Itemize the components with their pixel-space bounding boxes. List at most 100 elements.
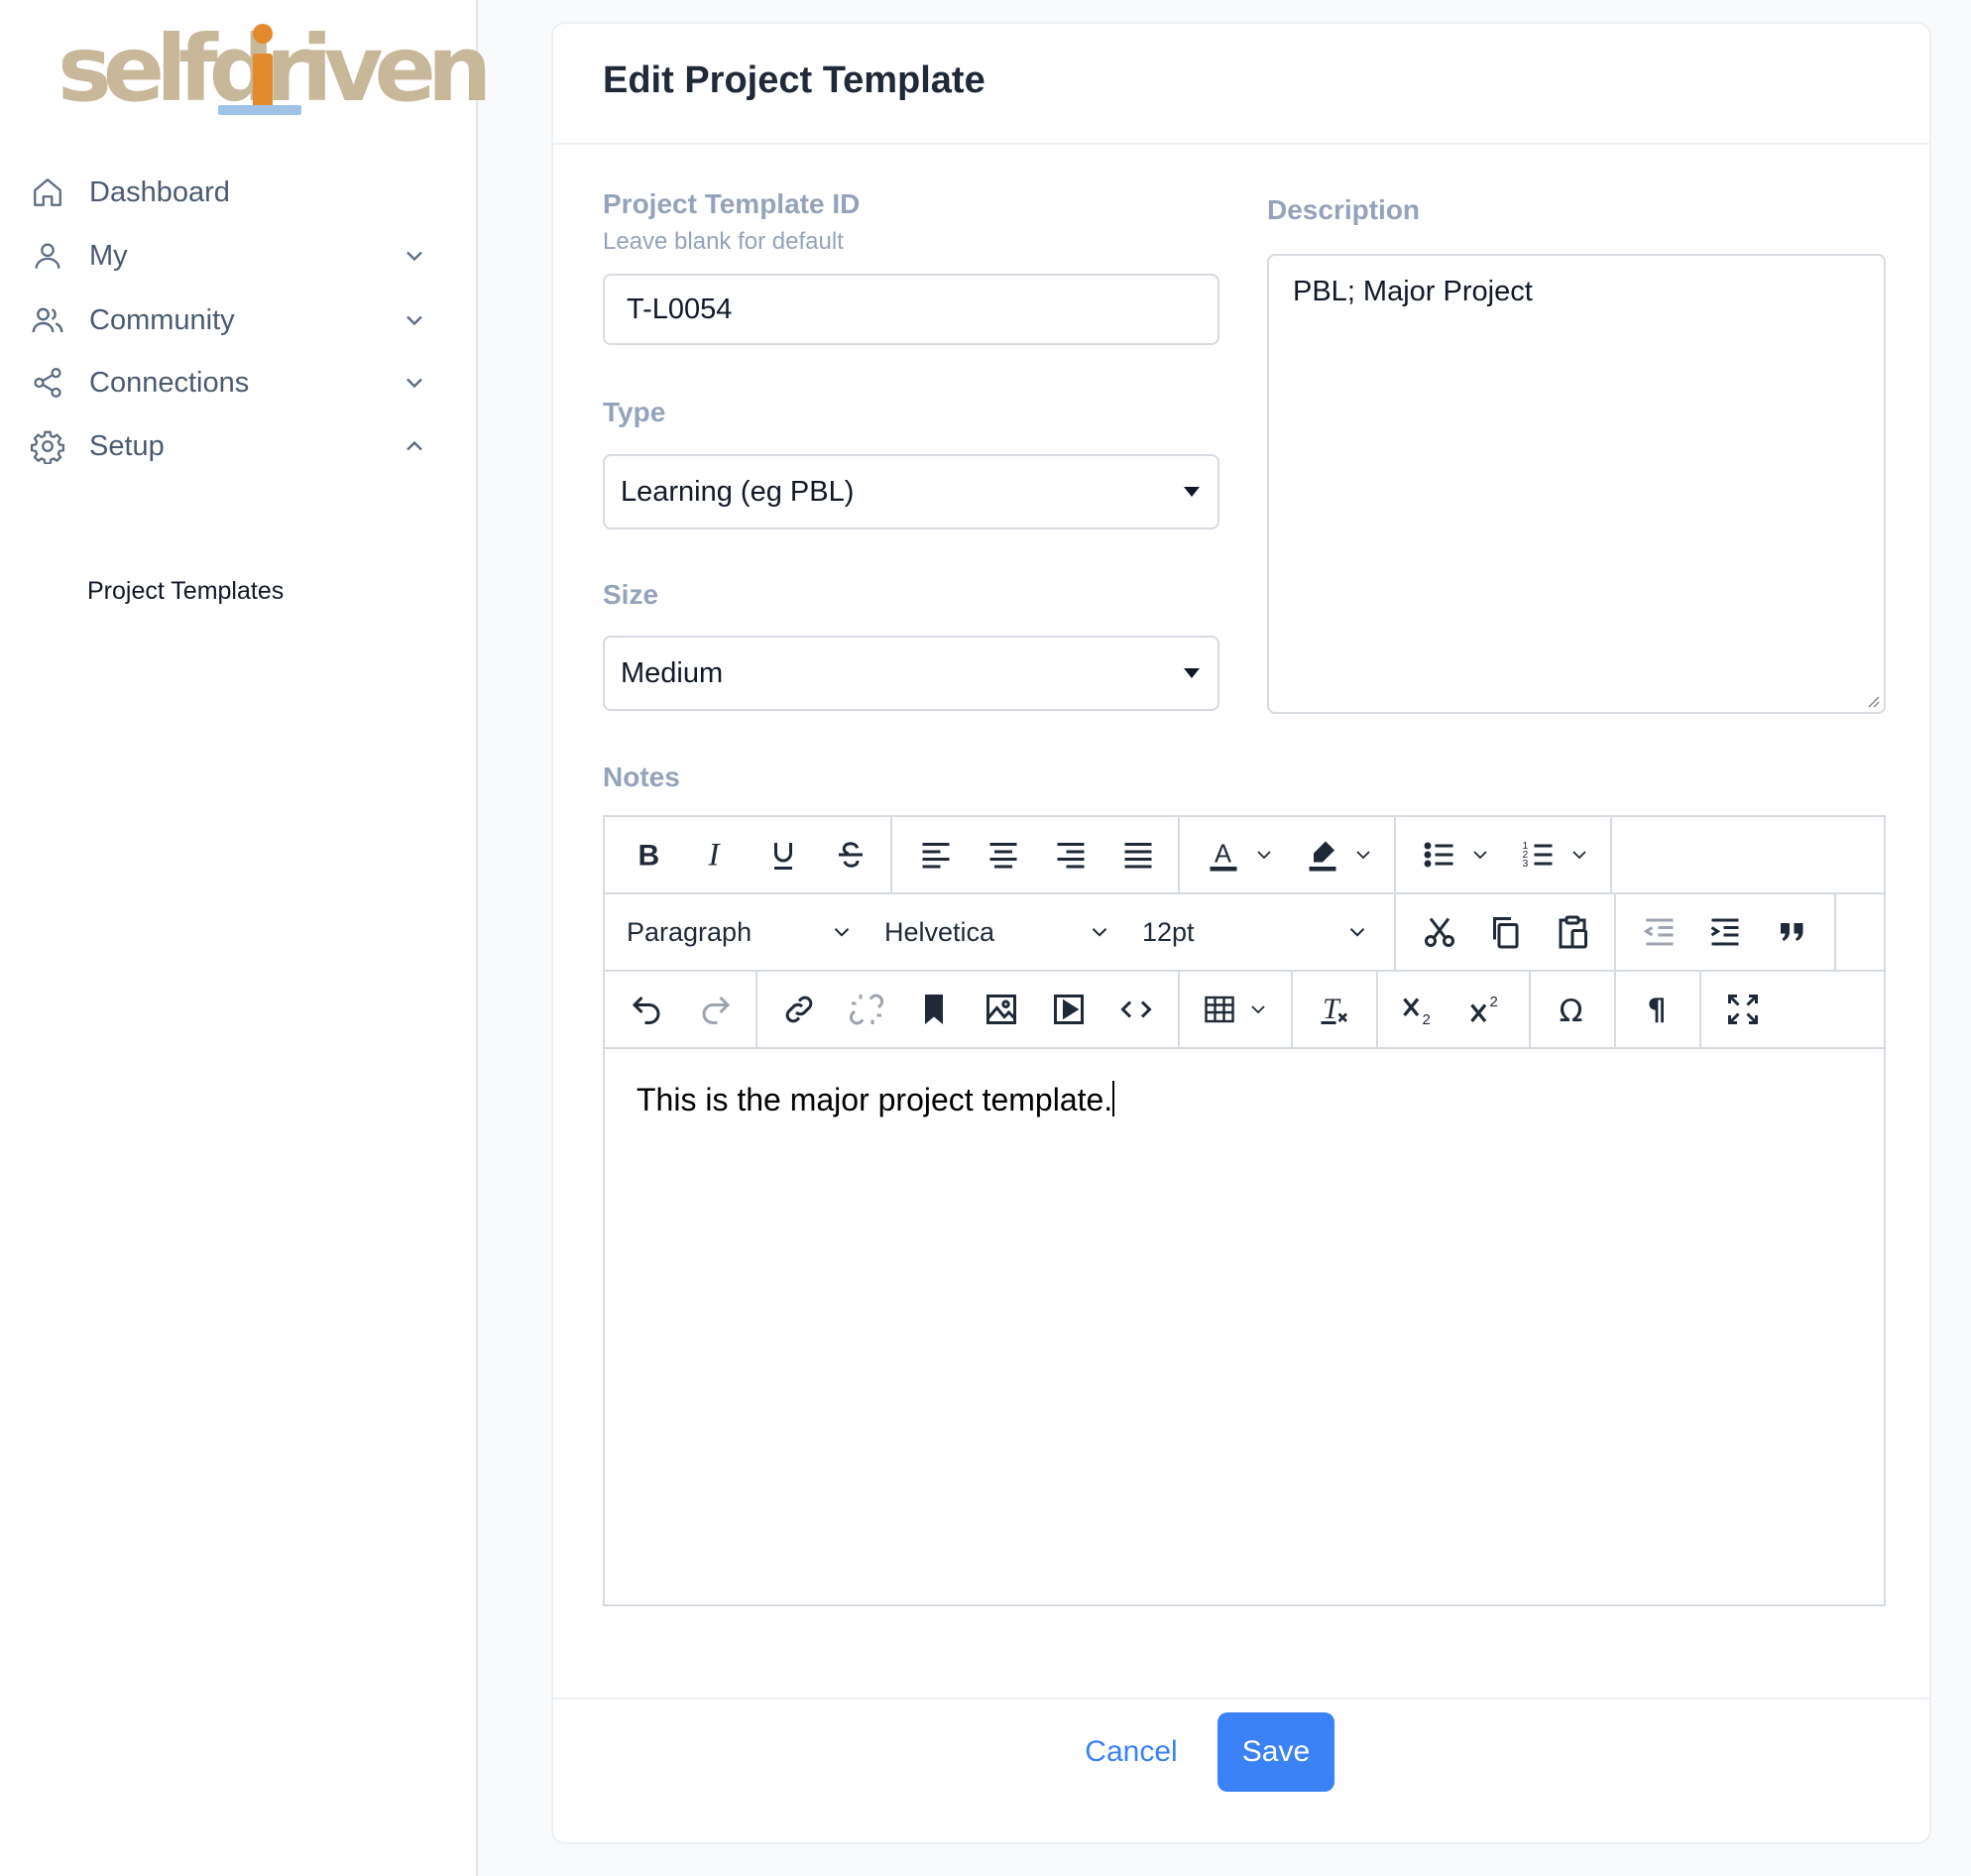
- underline-icon: [774, 843, 792, 870]
- template-id-input[interactable]: T-L0054: [603, 274, 1219, 345]
- table-dropdown[interactable]: [1245, 994, 1271, 1025]
- chevron-up-icon: [406, 440, 422, 451]
- bullet-list-button[interactable]: [1414, 829, 1465, 880]
- sidebar-item-label: Community: [89, 303, 235, 336]
- insert-link-button[interactable]: [773, 984, 825, 1035]
- bold-button[interactable]: B: [623, 829, 674, 880]
- selfdriven-logo[interactable]: selfdriven: [58, 20, 492, 119]
- description-textarea[interactable]: PBL; Major Project: [1267, 254, 1886, 714]
- block-format-select[interactable]: Paragraph: [607, 906, 865, 958]
- highlight-icon: [1309, 841, 1336, 872]
- blockquote-button[interactable]: [1767, 906, 1818, 958]
- strikethrough-button[interactable]: [825, 829, 876, 880]
- gear-icon: [30, 428, 65, 464]
- underline-button[interactable]: [757, 829, 809, 880]
- undo-button[interactable]: [621, 984, 672, 1035]
- remove-link-button[interactable]: [841, 984, 892, 1035]
- svg-text:¶: ¶: [1648, 994, 1667, 1028]
- undo-icon: [632, 996, 660, 1024]
- omega-icon: Ω: [1560, 994, 1583, 1027]
- text-cursor: [1112, 1081, 1115, 1116]
- share-icon: [30, 365, 65, 401]
- bookmark-icon: [925, 995, 943, 1024]
- type-label: Type: [603, 397, 666, 427]
- logo-i-stem: [253, 54, 273, 109]
- indent-button[interactable]: [1699, 906, 1751, 958]
- outdent-button[interactable]: [1634, 906, 1685, 958]
- chevron-down-icon: [1572, 851, 1586, 860]
- sidebar-item-my[interactable]: My: [30, 226, 436, 286]
- bullet-list-dropdown[interactable]: [1467, 839, 1493, 871]
- users-icon: [30, 302, 65, 338]
- bold-icon: B: [638, 840, 660, 873]
- font-family-value: Helvetica: [884, 916, 995, 947]
- svg-text:A: A: [1215, 841, 1231, 869]
- sidebar-subitem-project-templates[interactable]: Project Templates: [87, 577, 284, 606]
- svg-text:2: 2: [1423, 1011, 1431, 1027]
- chevron-down-icon: [406, 378, 422, 389]
- cut-button[interactable]: [1414, 906, 1465, 958]
- bookmark-button[interactable]: [908, 984, 960, 1035]
- sidebar-item-community[interactable]: Community: [30, 291, 436, 350]
- source-code-button[interactable]: [1110, 984, 1162, 1035]
- special-character-button[interactable]: Ω: [1547, 984, 1598, 1035]
- save-button[interactable]: Save: [1217, 1712, 1334, 1792]
- text-color-button[interactable]: A: [1198, 829, 1249, 880]
- superscript-button[interactable]: 2: [1459, 984, 1511, 1035]
- italic-button[interactable]: I: [690, 829, 742, 880]
- paste-button[interactable]: [1547, 906, 1598, 958]
- toolbar-group-table: [1180, 972, 1293, 1047]
- clear-formatting-button[interactable]: T: [1309, 984, 1360, 1035]
- type-select[interactable]: Learning (eg PBL): [603, 454, 1219, 529]
- sidebar-item-connections[interactable]: Connections: [30, 353, 436, 412]
- highlight-color-dropdown[interactable]: [1350, 839, 1376, 871]
- chevron-down-icon: [1349, 928, 1365, 937]
- link-icon: [785, 996, 813, 1023]
- card-header: Edit Project Template: [553, 24, 1929, 145]
- numbered-list-button[interactable]: 123: [1513, 829, 1565, 880]
- insert-media-button[interactable]: [1043, 984, 1095, 1035]
- subscript-button[interactable]: 2: [1392, 984, 1444, 1035]
- copy-button[interactable]: [1479, 906, 1531, 958]
- scissors-icon: [1425, 917, 1454, 947]
- caret-down-icon: [1184, 668, 1200, 678]
- chevron-down-icon: [1257, 851, 1271, 860]
- align-left-icon: [922, 843, 950, 869]
- sidebar-item-label: Setup: [89, 429, 165, 462]
- font-size-select[interactable]: 12pt: [1122, 906, 1380, 958]
- show-invisibles-button[interactable]: ¶: [1632, 984, 1683, 1035]
- template-id-value: T-L0054: [627, 293, 733, 325]
- table-button[interactable]: [1194, 984, 1245, 1035]
- fullscreen-button[interactable]: [1717, 984, 1769, 1035]
- font-size-value: 12pt: [1142, 916, 1195, 947]
- sidebar-item-setup[interactable]: Setup: [30, 416, 436, 476]
- align-justify-icon: [1124, 843, 1152, 869]
- insert-image-button[interactable]: [976, 984, 1027, 1035]
- bullet-list-icon: [1424, 842, 1453, 868]
- align-left-button[interactable]: [910, 829, 962, 880]
- highlight-color-button[interactable]: [1297, 829, 1348, 880]
- align-justify-button[interactable]: [1112, 829, 1164, 880]
- align-center-button[interactable]: [978, 829, 1029, 880]
- fullscreen-icon: [1728, 995, 1758, 1024]
- resize-handle-icon[interactable]: [1864, 692, 1880, 708]
- size-select[interactable]: Medium: [603, 636, 1219, 711]
- font-family-select[interactable]: Helvetica: [865, 906, 1122, 958]
- sidebar-item-dashboard[interactable]: Dashboard: [30, 163, 436, 222]
- notes-editor-content[interactable]: This is the major project template.: [605, 1049, 1884, 1604]
- toolbar-group-color: A: [1180, 817, 1396, 892]
- numbered-list-icon: 123: [1523, 840, 1553, 870]
- edit-template-card: Edit Project Template Project Template I…: [551, 22, 1931, 1844]
- chevron-down-icon: [1473, 851, 1487, 860]
- superscript-icon: 2: [1470, 994, 1498, 1023]
- sidebar-item-label: Connections: [89, 366, 250, 399]
- numbered-list-dropdown[interactable]: [1566, 839, 1592, 871]
- svg-text:Ω: Ω: [1560, 994, 1583, 1027]
- svg-text:2: 2: [1490, 994, 1498, 1010]
- description-label: Description: [1267, 194, 1421, 225]
- cancel-button[interactable]: Cancel: [1077, 1712, 1186, 1792]
- text-color-dropdown[interactable]: [1251, 839, 1277, 871]
- home-icon: [30, 175, 65, 210]
- redo-button[interactable]: [690, 984, 742, 1035]
- align-right-button[interactable]: [1045, 829, 1097, 880]
